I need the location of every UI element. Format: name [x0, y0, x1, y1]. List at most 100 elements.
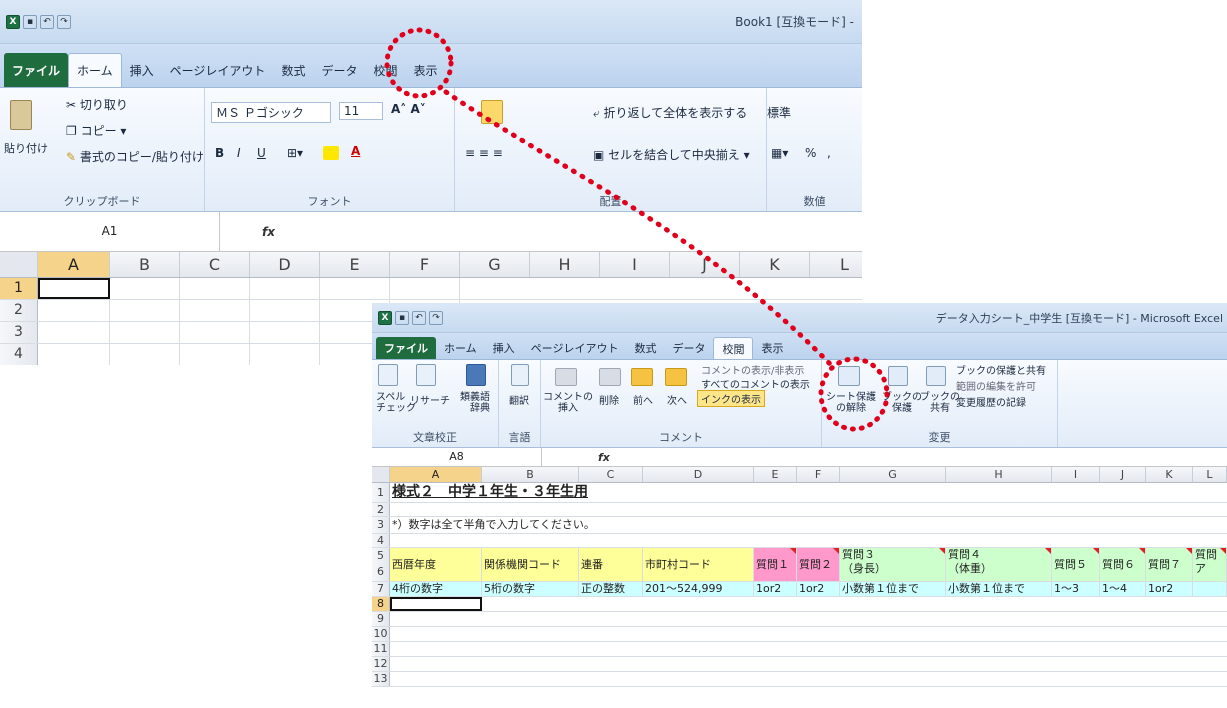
protect-workbook-icon[interactable] [888, 366, 908, 386]
grow-font-icon[interactable]: A˄ A˅ [391, 102, 426, 116]
redo-icon[interactable]: ↷ [429, 310, 443, 325]
tab-view[interactable]: 表示 [753, 337, 791, 359]
header-cell[interactable]: 西暦年度 [390, 548, 482, 581]
col-header[interactable]: F [797, 467, 840, 482]
research-icon[interactable] [416, 364, 436, 386]
cell[interactable] [180, 344, 250, 365]
paste-icon[interactable] [10, 100, 32, 130]
border-icon[interactable]: ⊞▾ [287, 146, 303, 160]
new-comment-icon[interactable] [555, 368, 577, 386]
row-header[interactable]: 13 [372, 672, 390, 686]
col-header[interactable]: K [740, 252, 810, 277]
show-hide-comment-button[interactable]: コメントの表示/非表示 [701, 362, 804, 377]
tab-formulas[interactable]: 数式 [273, 53, 313, 87]
tab-view[interactable]: 表示 [405, 53, 445, 87]
col-header[interactable]: A [38, 252, 110, 277]
cell[interactable] [250, 300, 320, 321]
header-cell[interactable]: 質問１ [754, 548, 797, 581]
wrap-text-button[interactable]: ⤶ 折り返して全体を表示する [593, 104, 747, 121]
col-header[interactable]: J [670, 252, 740, 277]
unprotect-sheet-icon[interactable] [838, 366, 860, 386]
translate-button[interactable]: 翻訳 [509, 392, 529, 407]
col-header[interactable]: E [320, 252, 390, 277]
cell-a1[interactable] [38, 278, 110, 299]
save-icon[interactable]: ▪ [395, 310, 409, 325]
row-header[interactable]: 3 [372, 517, 390, 533]
header-cell[interactable]: 質問５ [1052, 548, 1100, 581]
header-cell[interactable]: 質問ア [1193, 548, 1227, 581]
col-header[interactable]: H [530, 252, 600, 277]
percent-button[interactable]: % [805, 146, 816, 160]
cell[interactable] [1193, 582, 1227, 596]
row-header[interactable]: 10 [372, 627, 390, 641]
comma-button[interactable]: , [827, 146, 831, 160]
cut-button[interactable]: ✂ 切り取り [66, 96, 128, 113]
row-header[interactable]: 9 [372, 612, 390, 626]
copy-button[interactable]: ❐ コピー ▾ [66, 122, 126, 139]
col-header[interactable]: D [643, 467, 754, 482]
undo-icon[interactable]: ↶ [412, 310, 426, 325]
col-header[interactable]: F [390, 252, 460, 277]
tab-data[interactable]: データ [664, 337, 713, 359]
row-header[interactable]: 1 [0, 278, 38, 299]
col-header[interactable]: H [946, 467, 1052, 482]
row-header[interactable]: 11 [372, 642, 390, 656]
tab-insert[interactable]: 挿入 [122, 53, 162, 87]
tab-home[interactable]: ホーム [436, 337, 485, 359]
cell[interactable] [180, 278, 250, 299]
translate-icon[interactable] [511, 364, 529, 386]
protect-and-share-button[interactable]: ブックの保護と共有 [956, 362, 1046, 377]
next-comment-button[interactable]: 次へ [667, 392, 687, 407]
delete-comment-button[interactable]: 削除 [599, 392, 619, 407]
cell-a8[interactable] [390, 597, 482, 611]
tab-data[interactable]: データ [313, 53, 365, 87]
cell[interactable]: 201～524,999 [643, 582, 754, 596]
header-cell[interactable]: 質問２ [797, 548, 840, 581]
fill-color-icon[interactable] [323, 146, 339, 160]
number-format-select[interactable]: 標準 [767, 104, 791, 121]
cell[interactable]: 5桁の数字 [482, 582, 579, 596]
align-middle-icon[interactable] [481, 100, 503, 124]
header-cell[interactable]: 市町村コード [643, 548, 754, 581]
cell[interactable] [110, 322, 180, 343]
col-header[interactable]: L [810, 252, 862, 277]
share-workbook-icon[interactable] [926, 366, 946, 386]
prev-comment-icon[interactable] [631, 368, 653, 386]
row-header[interactable]: 2 [0, 300, 38, 321]
cell[interactable]: 小数第１位まで [840, 582, 946, 596]
col-header[interactable]: I [1052, 467, 1100, 482]
row-header[interactable]: 56 [372, 548, 390, 581]
track-changes-button[interactable]: 変更履歴の記録 [956, 394, 1026, 409]
fx-icon[interactable]: fx [598, 448, 610, 466]
spell-check-icon[interactable] [378, 364, 398, 386]
cell[interactable]: 1or2 [754, 582, 797, 596]
row-header[interactable]: 4 [372, 534, 390, 547]
header-cell[interactable]: 連番 [579, 548, 643, 581]
cell[interactable] [320, 278, 390, 299]
cell[interactable]: 1～3 [1052, 582, 1100, 596]
header-cell[interactable]: 質問４ （体重） [946, 548, 1052, 581]
tab-page-layout[interactable]: ページレイアウト [162, 53, 274, 87]
thesaurus-icon[interactable] [466, 364, 486, 386]
select-all-corner[interactable] [0, 252, 38, 277]
row-header[interactable]: 8 [372, 597, 390, 611]
select-all-corner[interactable] [372, 467, 390, 482]
cell[interactable] [110, 278, 180, 299]
tab-formulas[interactable]: 数式 [626, 337, 664, 359]
col-header[interactable]: I [600, 252, 670, 277]
header-cell[interactable]: 質問３ （身長） [840, 548, 946, 581]
prev-comment-button[interactable]: 前へ [633, 392, 653, 407]
cell[interactable] [250, 322, 320, 343]
cell[interactable] [110, 300, 180, 321]
col-header[interactable]: B [482, 467, 579, 482]
cell[interactable] [250, 344, 320, 365]
bold-button[interactable]: B [215, 146, 224, 160]
col-header[interactable]: G [840, 467, 946, 482]
allow-edit-ranges-button[interactable]: 範囲の編集を許可 [956, 378, 1036, 393]
cell[interactable] [38, 322, 110, 343]
header-cell[interactable]: 質問６ [1100, 548, 1146, 581]
cell[interactable]: 正の整数 [579, 582, 643, 596]
row-header[interactable]: 3 [0, 322, 38, 343]
col-header[interactable]: D [250, 252, 320, 277]
row-header[interactable]: 12 [372, 657, 390, 671]
